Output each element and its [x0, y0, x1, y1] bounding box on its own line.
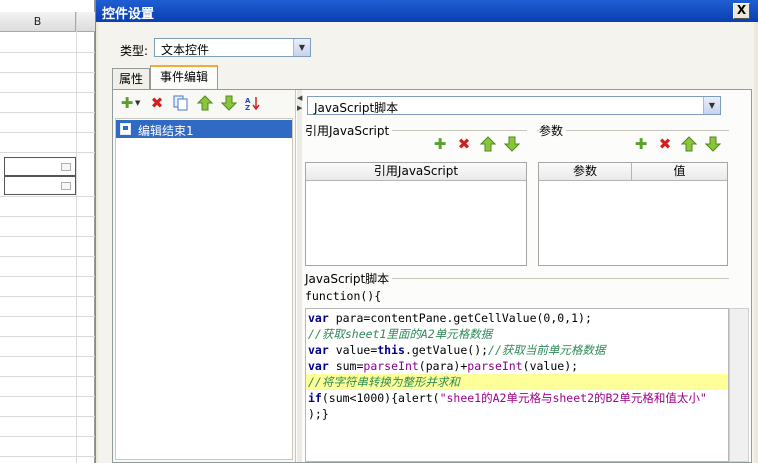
event-list: 编辑结束1 — [115, 118, 293, 460]
grid-row-line — [0, 92, 95, 93]
column-header-row: B — [0, 12, 95, 32]
expand-right-icon[interactable]: ▶ — [297, 104, 302, 112]
grid-row-line — [0, 296, 95, 297]
copy-icon[interactable] — [171, 93, 191, 113]
tab-event-editing[interactable]: 事件编辑 — [150, 65, 218, 90]
chevron-down-icon[interactable]: ▼ — [135, 99, 140, 107]
arrow-down-icon[interactable] — [502, 134, 522, 154]
code-line: var value=this.getValue();//获取当前单元格数据 — [308, 343, 606, 357]
grid-row-line — [0, 236, 95, 237]
script-editor-pane: JavaScript脚本 ▼ 引用JavaScript ✚ ✖ 引用JavaSc… — [305, 90, 751, 462]
grid-row-line — [0, 416, 95, 417]
grid-row-line — [0, 196, 95, 197]
grid-row-line — [0, 316, 95, 317]
script-group-title: JavaScript脚本 — [305, 270, 393, 287]
code-line: var sum=parseInt(para)+parseInt(value); — [308, 359, 579, 373]
grid-row-line — [0, 72, 95, 73]
sort-icon[interactable]: AZ — [243, 93, 263, 113]
grid-row-line — [0, 456, 95, 457]
function-header: function(){ — [305, 289, 382, 303]
script-type-value: JavaScript脚本 — [314, 101, 399, 115]
grid-row-line — [0, 356, 95, 357]
list-item[interactable]: 编辑结束1 — [116, 120, 292, 138]
code-editor[interactable]: var para=contentPane.getCellValue(0,0,1)… — [305, 308, 729, 462]
code-line: if(sum<1000){alert("shee1的A2单元格与sheet2的B… — [308, 391, 707, 405]
grid-row-line — [0, 152, 95, 153]
delete-icon[interactable]: ✖ — [147, 93, 167, 113]
code-line-highlighted: //将字符串转换为整形并求和 — [306, 374, 728, 390]
script-type-select[interactable]: JavaScript脚本 ▼ — [307, 96, 721, 115]
pane-splitter[interactable]: ◀ ▶ — [297, 90, 302, 462]
code-line: //获取sheet1里面的A2单元格数据 — [308, 327, 493, 341]
dialog-body: 类型: 文本控件 ▼ 属性 事件编辑 ✚ ▼ ✖ A Z 编辑结束1 ◀ ▶ J… — [98, 22, 754, 463]
delete-icon[interactable]: ✖ — [454, 134, 474, 154]
arrow-up-icon[interactable] — [478, 134, 498, 154]
delete-icon[interactable]: ✖ — [655, 134, 675, 154]
arrow-up-icon[interactable] — [195, 93, 215, 113]
grid-row-line — [0, 336, 95, 337]
code-line: );} — [308, 407, 329, 421]
params-group-title: 参数 — [539, 122, 567, 139]
arrow-up-icon[interactable] — [679, 134, 699, 154]
code-line: var para=contentPane.getCellValue(0,0,1)… — [308, 311, 592, 325]
widget-cell[interactable] — [4, 157, 76, 176]
grid-row-line — [0, 112, 95, 113]
grid-row-line — [0, 276, 95, 277]
event-item-label: 编辑结束1 — [138, 124, 194, 138]
event-editing-panel: ✚ ▼ ✖ AZ 编辑结束1 ◀ ▶ JavaScript脚本 ▼ 引用Java… — [112, 89, 752, 463]
dialog-title: 控件设置 — [102, 7, 155, 22]
grid-row-line — [0, 396, 95, 397]
widget-icon — [61, 182, 71, 190]
grid-row-line — [0, 376, 95, 377]
widget-cell[interactable] — [4, 176, 76, 195]
ref-js-column-header[interactable]: 引用JavaScript — [306, 163, 526, 181]
arrow-down-icon[interactable] — [219, 93, 239, 113]
spreadsheet-background: B — [0, 0, 95, 463]
grid-row-line — [0, 216, 95, 217]
ref-js-table[interactable]: 引用JavaScript — [305, 162, 527, 266]
arrow-down-icon[interactable] — [703, 134, 723, 154]
svg-text:Z: Z — [245, 104, 250, 111]
param-column-header[interactable]: 参数 — [539, 163, 632, 181]
tab-properties[interactable]: 属性 — [112, 68, 150, 90]
grid-row-line — [0, 256, 95, 257]
grid-row-line — [0, 52, 95, 53]
params-table[interactable]: 参数 值 — [538, 162, 728, 266]
chevron-down-icon[interactable]: ▼ — [703, 97, 720, 114]
type-select-value: 文本控件 — [161, 43, 210, 57]
close-button[interactable]: X — [733, 3, 750, 19]
type-label: 类型: — [120, 44, 149, 58]
collapse-left-icon[interactable]: ◀ — [297, 94, 302, 102]
grid-row-line — [0, 132, 95, 133]
plus-icon[interactable]: ✚ — [117, 93, 137, 113]
value-column-header[interactable]: 值 — [632, 163, 727, 181]
plus-icon[interactable]: ✚ — [430, 134, 450, 154]
column-header-b[interactable]: B — [0, 12, 76, 32]
plus-icon[interactable]: ✚ — [631, 134, 651, 154]
type-select[interactable]: 文本控件 ▼ — [154, 38, 311, 57]
code-scrollbar[interactable] — [729, 308, 749, 462]
grid-row-line — [0, 436, 95, 437]
widget-settings-dialog: 控件设置 X 类型: 文本控件 ▼ 属性 事件编辑 ✚ ▼ ✖ A Z 编辑结束… — [95, 0, 758, 463]
chevron-down-icon[interactable]: ▼ — [293, 39, 310, 56]
widget-icon — [61, 163, 71, 171]
params-toolbar: ✚ ✖ — [631, 134, 727, 154]
event-toolbar: ✚ ▼ ✖ AZ — [115, 93, 295, 115]
event-list-pane: ✚ ▼ ✖ AZ 编辑结束1 — [113, 90, 296, 462]
ref-js-group-title: 引用JavaScript — [305, 122, 393, 139]
dialog-titlebar[interactable]: 控件设置 X — [96, 0, 758, 22]
event-icon — [120, 123, 131, 135]
ref-js-toolbar: ✚ ✖ — [430, 134, 522, 154]
